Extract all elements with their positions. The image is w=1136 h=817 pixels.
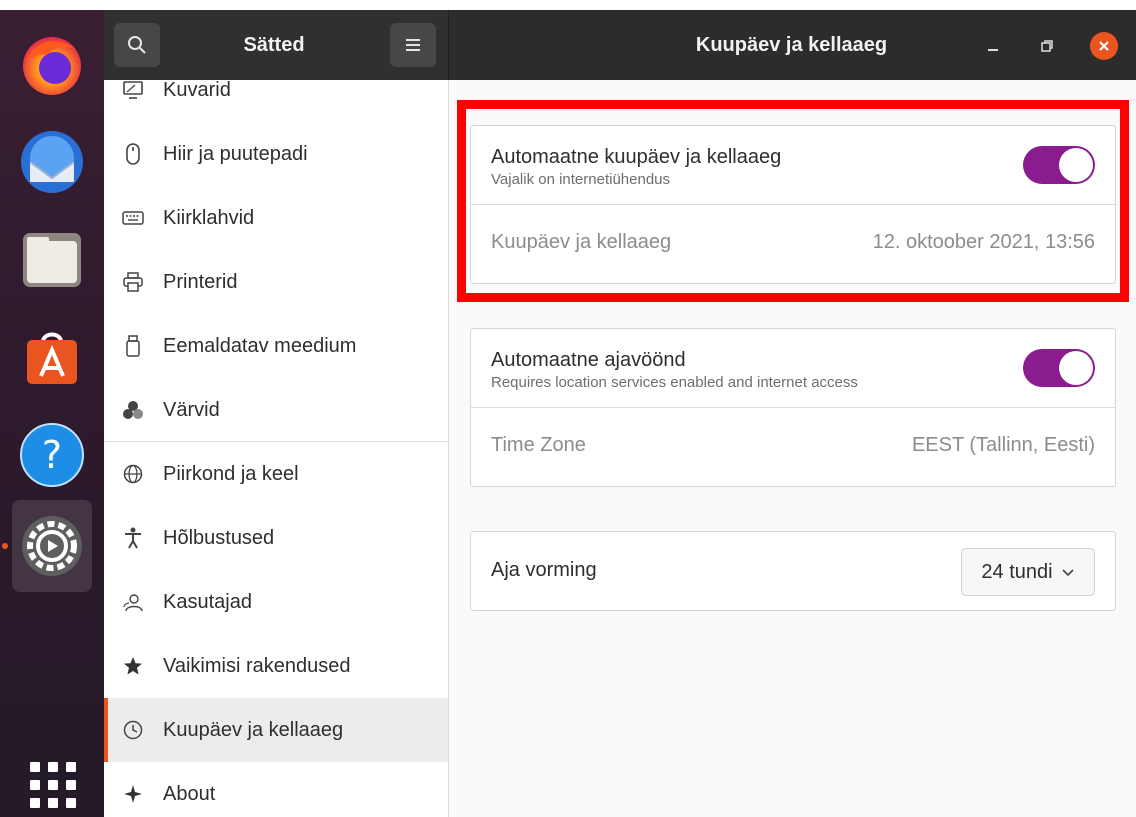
thunderbird-icon bbox=[21, 131, 83, 193]
sidebar-item-printers[interactable]: Printerid bbox=[104, 250, 448, 314]
color-icon bbox=[122, 399, 144, 421]
sidebar-item-about[interactable]: About bbox=[104, 762, 448, 817]
sidebar-item-label: Hiir ja puutepadi bbox=[163, 142, 308, 165]
auto-timezone-subtitle: Requires location services enabled and i… bbox=[491, 374, 858, 391]
search-button[interactable] bbox=[114, 23, 160, 67]
time-format-value: 24 tundi bbox=[981, 560, 1053, 583]
svg-text:?: ? bbox=[42, 433, 62, 477]
sidebar-item-label: Kiirklahvid bbox=[163, 206, 255, 229]
sparkle-icon bbox=[122, 783, 144, 805]
top-strip bbox=[0, 0, 1136, 10]
globe-icon bbox=[122, 463, 144, 485]
sidebar-item-users[interactable]: Kasutajad bbox=[104, 570, 448, 634]
sidebar-item-colors[interactable]: Värvid bbox=[104, 378, 448, 442]
sidebar-item-label: Kuupäev ja kellaaeg bbox=[163, 718, 344, 741]
sidebar-item-region[interactable]: Piirkond ja keel bbox=[104, 442, 448, 506]
toggle-knob bbox=[1059, 148, 1093, 182]
auto-timezone-toggle[interactable] bbox=[1023, 349, 1095, 387]
close-icon bbox=[1099, 41, 1109, 51]
auto-datetime-subtitle: Vajalik on internetiühendus bbox=[491, 171, 671, 188]
time-format-row: Aja vorming 24 tundi bbox=[471, 532, 1115, 610]
datetime-row: Kuupäev ja kellaaeg 12. oktoober 2021, 1… bbox=[471, 204, 1115, 283]
auto-timezone-title: Automaatne ajavöönd bbox=[491, 349, 686, 371]
dock-thunderbird[interactable] bbox=[12, 122, 92, 202]
main-header: Kuupäev ja kellaaeg bbox=[449, 10, 1136, 80]
clock-icon bbox=[122, 719, 144, 741]
timezone-row: Time Zone EEST (Tallinn, Eesti) bbox=[471, 407, 1115, 486]
printer-icon bbox=[122, 271, 144, 293]
time-format-dropdown[interactable]: 24 tundi bbox=[961, 548, 1095, 596]
sidebar-item-date-time[interactable]: Kuupäev ja kellaaeg bbox=[104, 698, 448, 762]
time-format-panel: Aja vorming 24 tundi bbox=[470, 531, 1116, 611]
dock-software[interactable] bbox=[12, 317, 92, 397]
dock-firefox[interactable] bbox=[12, 24, 92, 104]
search-icon bbox=[128, 36, 146, 54]
sidebar-item-accessibility[interactable]: Hõlbustused bbox=[104, 506, 448, 570]
time-format-label: Aja vorming bbox=[491, 559, 597, 581]
sidebar-item-label: Värvid bbox=[163, 398, 220, 421]
datetime-label: Kuupäev ja kellaaeg bbox=[491, 231, 672, 253]
sidebar-item-displays[interactable]: Kuvarid bbox=[104, 80, 448, 122]
dock-settings[interactable] bbox=[12, 500, 92, 592]
display-icon bbox=[122, 80, 144, 101]
removable-media-icon bbox=[122, 335, 144, 357]
sidebar-item-label: About bbox=[163, 782, 216, 805]
timezone-value: EEST (Tallinn, Eesti) bbox=[911, 434, 1095, 456]
dock: ? bbox=[0, 10, 104, 817]
firefox-icon bbox=[23, 37, 81, 95]
page-title: Kuupäev ja kellaaeg bbox=[695, 33, 888, 56]
users-icon bbox=[122, 591, 144, 613]
sidebar-item-label: Eemaldatav meedium bbox=[163, 334, 357, 357]
datetime-value: 12. oktoober 2021, 13:56 bbox=[872, 231, 1095, 253]
toggle-knob bbox=[1059, 351, 1093, 385]
auto-timezone-row[interactable]: Automaatne ajavöönd Requires location se… bbox=[471, 329, 1115, 407]
sidebar-item-label: Printerid bbox=[163, 270, 238, 293]
dock-files[interactable] bbox=[12, 220, 92, 300]
auto-datetime-title: Automaatne kuupäev ja kellaaeg bbox=[491, 146, 782, 168]
sidebar-item-mouse[interactable]: Hiir ja puutepadi bbox=[104, 122, 448, 186]
main-content: Automaatne kuupäev ja kellaaeg Vajalik o… bbox=[449, 80, 1136, 817]
sidebar-item-label: Piirkond ja keel bbox=[163, 462, 299, 485]
dock-help[interactable]: ? bbox=[12, 415, 92, 495]
minimize-icon bbox=[988, 49, 998, 51]
mouse-icon bbox=[122, 143, 144, 165]
sidebar-item-label: Kasutajad bbox=[163, 590, 252, 613]
sidebar-item-removable-media[interactable]: Eemaldatav meedium bbox=[104, 314, 448, 378]
sidebar-item-label: Kuvarid bbox=[163, 80, 231, 101]
hamburger-menu-icon bbox=[406, 39, 420, 51]
auto-datetime-toggle[interactable] bbox=[1023, 146, 1095, 184]
settings-gear-icon bbox=[22, 516, 82, 576]
running-indicator bbox=[2, 543, 8, 549]
auto-datetime-row[interactable]: Automaatne kuupäev ja kellaaeg Vajalik o… bbox=[471, 126, 1115, 204]
minimize-button[interactable] bbox=[979, 32, 1007, 60]
sidebar-item-keyboard[interactable]: Kiirklahvid bbox=[104, 186, 448, 250]
auto-timezone-panel: Automaatne ajavöönd Requires location se… bbox=[470, 328, 1116, 487]
close-button[interactable] bbox=[1090, 32, 1118, 60]
sidebar-item-default-apps[interactable]: Vaikimisi rakendused bbox=[104, 634, 448, 698]
sidebar-header: Sätted bbox=[104, 10, 449, 80]
sidebar: Kuvarid Hiir ja puutepadi Kiirklahvid Pr… bbox=[104, 80, 449, 817]
keyboard-icon bbox=[122, 207, 144, 229]
software-store-icon bbox=[27, 332, 77, 384]
restore-icon bbox=[1041, 40, 1053, 52]
star-icon bbox=[122, 655, 144, 677]
maximize-button[interactable] bbox=[1033, 32, 1061, 60]
timezone-label: Time Zone bbox=[491, 434, 586, 456]
sidebar-item-label: Vaikimisi rakendused bbox=[163, 654, 351, 677]
sidebar-title: Sätted bbox=[243, 33, 305, 56]
accessibility-icon bbox=[122, 527, 144, 549]
menu-button[interactable] bbox=[390, 23, 436, 67]
auto-datetime-panel: Automaatne kuupäev ja kellaaeg Vajalik o… bbox=[470, 125, 1116, 284]
files-icon bbox=[23, 233, 81, 287]
show-applications-icon[interactable] bbox=[30, 762, 76, 808]
sidebar-item-label: Hõlbustused bbox=[163, 526, 275, 549]
help-icon: ? bbox=[20, 423, 84, 487]
chevron-down-icon bbox=[1061, 567, 1075, 577]
